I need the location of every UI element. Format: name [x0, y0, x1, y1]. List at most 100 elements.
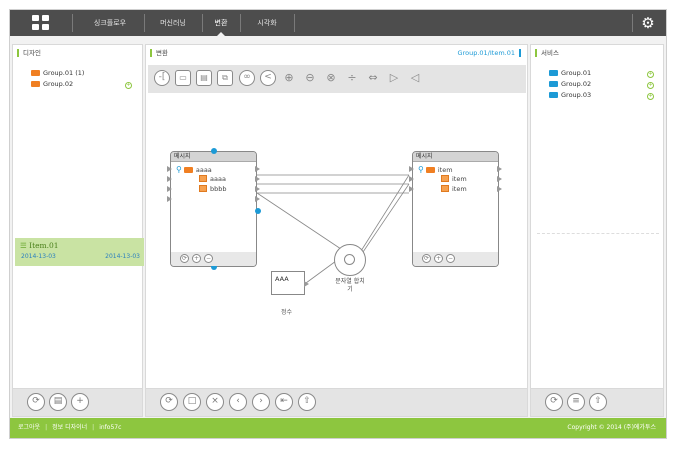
refresh-icon[interactable]: ⟳ — [160, 393, 178, 411]
divide-op-icon[interactable]: ÷ — [344, 70, 360, 86]
refresh-icon[interactable]: ⟳ — [545, 393, 563, 411]
constant-node[interactable]: AAA — [271, 271, 309, 295]
input-port[interactable] — [167, 176, 172, 182]
node-row[interactable]: aaaa — [199, 175, 226, 184]
divider — [144, 14, 145, 32]
output-port[interactable] — [497, 166, 502, 172]
bracket-op-icon[interactable]: -[ — [154, 70, 170, 86]
copy-op-icon[interactable]: ⧉ — [217, 70, 233, 86]
breadcrumb-path[interactable]: Group.01/Item.01 — [458, 49, 521, 57]
output-port[interactable] — [255, 186, 260, 192]
import-icon[interactable]: ⇤ — [275, 393, 293, 411]
key-icon: ⚲ — [176, 165, 182, 174]
node-footer: ⟳ + − — [171, 252, 256, 266]
export-icon[interactable]: ⇧ — [298, 393, 316, 411]
document-icon — [441, 185, 449, 192]
tree-item-group-03[interactable]: Group.03 — [549, 91, 591, 100]
info-designer-link[interactable]: 정보 디자이너 — [52, 424, 87, 431]
input-port[interactable] — [167, 196, 172, 202]
tree-item-group-02[interactable]: Group.02 — [31, 80, 73, 89]
divider — [537, 233, 659, 234]
tree-item-group-01[interactable]: Group.01 (1) — [31, 69, 84, 78]
divider — [202, 14, 203, 32]
merge-op-icon[interactable]: ∞ — [239, 70, 255, 86]
tree-item-label: Group.01 — [561, 69, 592, 77]
add-icon[interactable]: + — [192, 254, 201, 263]
resize-handle[interactable] — [255, 208, 261, 214]
divider — [294, 14, 295, 32]
node-row[interactable]: ⚲ item — [418, 165, 453, 174]
folder-icon — [549, 80, 558, 87]
add-icon[interactable]: + — [125, 82, 132, 89]
node-row[interactable]: item — [441, 185, 467, 194]
menu-syncflow[interactable]: 싱크플로우 — [80, 10, 140, 36]
remove-icon[interactable]: − — [204, 254, 213, 263]
close-icon[interactable]: × — [206, 393, 224, 411]
greater-than-op-icon[interactable]: ▷ — [386, 70, 402, 86]
top-navigation-bar: 싱크플로우 머신러닝 변환 시각화 ⚙ — [10, 10, 666, 36]
output-port[interactable] — [497, 186, 502, 192]
output-port[interactable] — [304, 281, 309, 287]
node-row[interactable]: bbbb — [199, 185, 227, 194]
selected-item-card[interactable]: ☰ Item.01 2014-13-03 2014-13-03 — [15, 238, 144, 266]
resize-handle[interactable] — [211, 148, 217, 154]
logout-link[interactable]: 로그아웃 — [18, 424, 40, 431]
add-icon[interactable]: + — [647, 93, 654, 100]
document-icon — [441, 175, 449, 182]
add-icon[interactable]: + — [647, 82, 654, 89]
add-op-icon[interactable]: ⊕ — [281, 70, 297, 86]
node-row[interactable]: item — [441, 175, 467, 184]
concat-function-node[interactable] — [334, 244, 366, 276]
equal-op-icon[interactable]: ⇔ — [365, 70, 381, 86]
menu-visualization[interactable]: 시각화 — [244, 10, 290, 36]
document-op-icon[interactable]: ▤ — [196, 70, 212, 86]
share-op-icon[interactable]: < — [260, 70, 276, 86]
output-port[interactable] — [497, 176, 502, 182]
box-op-icon[interactable]: ▭ — [175, 70, 191, 86]
remove-icon[interactable]: − — [446, 254, 455, 263]
refresh-icon[interactable]: ⟳ — [422, 254, 431, 263]
export-icon[interactable]: ⇧ — [589, 393, 607, 411]
output-port[interactable] — [255, 166, 260, 172]
input-port[interactable] — [167, 186, 172, 192]
gear-icon[interactable]: ⚙ — [640, 15, 656, 31]
output-port[interactable] — [255, 196, 260, 202]
node-footer: ⟳ + − — [413, 252, 498, 266]
add-icon[interactable]: + — [647, 71, 654, 78]
input-port[interactable] — [409, 186, 414, 192]
refresh-icon[interactable]: ⟳ — [27, 393, 45, 411]
divider: | — [45, 424, 48, 431]
target-message-node[interactable]: 메시지 ⚲ item item item ⟳ + − — [409, 151, 502, 267]
footer-bar: 로그아웃 | 정보 디자이너 | info57c Copyright © 2014 (주… — [10, 418, 666, 438]
less-than-op-icon[interactable]: ◁ — [407, 70, 423, 86]
multiply-op-icon[interactable]: ⊗ — [323, 70, 339, 86]
app-frame: 싱크플로우 머신러닝 변환 시각화 ⚙ 디자인 Group.01 (1) Gro… — [9, 9, 667, 439]
save-icon[interactable]: □ — [183, 393, 201, 411]
list-icon[interactable]: ≡ — [567, 393, 585, 411]
add-icon[interactable]: + — [434, 254, 443, 263]
menu-transform[interactable]: 변환 — [206, 10, 236, 36]
delete-icon[interactable]: ▤ — [49, 393, 67, 411]
key-icon: ⚲ — [418, 165, 424, 174]
subtract-op-icon[interactable]: ⊖ — [302, 70, 318, 86]
function-label: 문자열 합치 기 — [335, 278, 365, 293]
source-message-node[interactable]: 메시지 ⚲ aaaa aaaa bbbb ⟳ + − — [167, 148, 261, 270]
node-row[interactable]: ⚲ aaaa — [176, 165, 212, 174]
folder-icon — [183, 166, 193, 173]
tree-item-group-02[interactable]: Group.02 — [549, 80, 591, 89]
service-panel: 서비스 Group.01 Group.02 Group.03 + + + ⟳ ≡… — [530, 44, 664, 417]
input-port[interactable] — [409, 176, 414, 182]
refresh-icon[interactable]: ⟳ — [180, 254, 189, 263]
item-created-date: 2014-13-03 — [21, 253, 56, 260]
tree-item-group-01[interactable]: Group.01 — [549, 69, 591, 78]
undo-icon[interactable]: ‹ — [229, 393, 247, 411]
grid-menu-icon[interactable] — [32, 15, 50, 31]
constant-value: AAA — [275, 275, 289, 283]
input-port[interactable] — [409, 166, 414, 172]
redo-icon[interactable]: › — [252, 393, 270, 411]
new-item-icon[interactable]: + — [71, 393, 89, 411]
transform-panel: 변환 Group.01/Item.01 -[ ▭ ▤ ⧉ ∞ < ⊕ ⊖ ⊗ ÷… — [145, 44, 528, 417]
input-port[interactable] — [167, 166, 172, 172]
menu-machine-learning[interactable]: 머신러닝 — [148, 10, 198, 36]
output-port[interactable] — [255, 176, 260, 182]
